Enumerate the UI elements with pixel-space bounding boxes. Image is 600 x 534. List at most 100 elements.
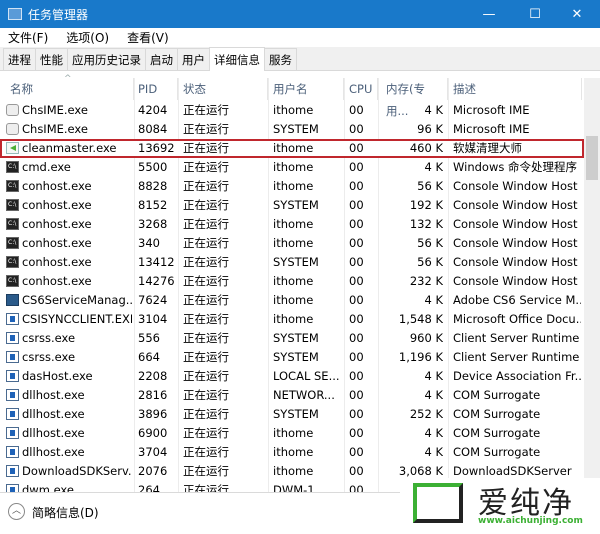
cell-status: 正在运行 xyxy=(183,407,229,421)
menu-file[interactable]: 文件(F) xyxy=(8,29,48,46)
fewer-details-button[interactable]: 简略信息(D) xyxy=(32,504,99,521)
table-row[interactable]: csrss.exe 664 正在运行 SYSTEM 00 1,196 K Client Se… xyxy=(0,348,584,367)
minimize-button[interactable]: — xyxy=(466,0,512,28)
vertical-scrollbar[interactable] xyxy=(584,78,600,492)
tab-app-history[interactable]: 应用历史记录 xyxy=(67,48,146,70)
table-row[interactable]: dllhost.exe 2816 正在运行 NETWOR... 00 4 K COM Sur… xyxy=(0,386,584,405)
cell-process-name: dllhost.exe xyxy=(22,445,85,459)
cell-status: 正在运行 xyxy=(183,198,229,212)
cell-description: COM Surrogate xyxy=(453,388,541,402)
cell-status: 正在运行 xyxy=(183,445,229,459)
column-header-name[interactable]: 名称 xyxy=(0,78,134,100)
column-header-memory[interactable]: 内存(专用... xyxy=(378,78,448,118)
cell-memory: 460 K xyxy=(409,141,443,155)
cell-username: SYSTEM xyxy=(273,350,319,364)
table-row[interactable]: conhost.exe 340 正在运行 ithome 00 56 K Console Wi… xyxy=(0,233,584,253)
cmd-process-icon xyxy=(6,176,19,195)
table-row[interactable]: conhost.exe 13412 正在运行 SYSTEM 00 56 K Console … xyxy=(0,252,584,272)
tab-details[interactable]: 详细信息 xyxy=(209,47,265,71)
cell-description: Adobe CS6 Service M... xyxy=(453,293,581,307)
cell-status: 正在运行 xyxy=(183,255,229,269)
cell-description: Console Window Host xyxy=(453,217,578,231)
menu-options[interactable]: 选项(O) xyxy=(66,29,109,46)
cs6-process-icon xyxy=(6,294,19,306)
cell-process-name: conhost.exe xyxy=(22,179,92,193)
cell-description: Windows 命令处理程序 xyxy=(453,160,577,174)
cell-username: SYSTEM xyxy=(273,122,319,136)
cell-pid: 4204 xyxy=(138,103,168,117)
column-header-cpu[interactable]: CPU xyxy=(344,78,378,100)
cell-description: COM Surrogate xyxy=(453,445,541,459)
cell-pid: 3704 xyxy=(138,445,168,459)
cell-description: Console Window Host xyxy=(453,255,578,269)
cell-cpu: 00 xyxy=(349,160,364,174)
table-row[interactable]: ChsIME.exe 8084 正在运行 SYSTEM 00 96 K Microsoft … xyxy=(0,120,584,139)
cell-process-name: conhost.exe xyxy=(22,217,92,231)
table-row[interactable]: CS6ServiceManag... 7624 正在运行 ithome 00 4 K Ado… xyxy=(0,291,584,310)
scrollbar-thumb[interactable] xyxy=(586,136,598,180)
cell-description: COM Surrogate xyxy=(453,426,541,440)
tab-processes[interactable]: 进程 xyxy=(3,48,36,70)
table-row[interactable]: dllhost.exe 3704 正在运行 ithome 00 4 K COM Surrog… xyxy=(0,443,584,462)
cell-username: ithome xyxy=(273,312,314,326)
column-header-pid[interactable]: PID xyxy=(134,78,178,100)
cell-username: ithome xyxy=(273,293,314,307)
cell-username: DWM-1 xyxy=(273,483,315,492)
tab-startup[interactable]: 启动 xyxy=(145,48,178,70)
cell-process-name: dwm.exe xyxy=(22,483,74,492)
cell-cpu: 00 xyxy=(349,255,364,269)
cell-cpu: 00 xyxy=(349,445,364,459)
tab-users[interactable]: 用户 xyxy=(177,48,210,70)
table-row[interactable]: csrss.exe 556 正在运行 SYSTEM 00 960 K Client Serv… xyxy=(0,329,584,348)
table-row[interactable]: CSISYNCCLIENT.EXE 3104 正在运行 ithome 00 1,548 K… xyxy=(0,310,584,329)
app-process-icon xyxy=(6,370,19,382)
table-row[interactable]: conhost.exe 14276 正在运行 ithome 00 232 K Console… xyxy=(0,271,584,291)
cell-memory: 4 K xyxy=(424,426,443,440)
table-row[interactable]: cleanmaster.exe 13692 正在运行 ithome 00 460 K 软媒清… xyxy=(0,139,584,158)
cell-pid: 2076 xyxy=(138,464,168,478)
cell-process-name: csrss.exe xyxy=(22,350,76,364)
cell-cpu: 00 xyxy=(349,483,364,492)
tab-performance[interactable]: 性能 xyxy=(35,48,68,70)
cell-pid: 3268 xyxy=(138,217,168,231)
table-row[interactable]: conhost.exe 3268 正在运行 ithome 00 132 K Console … xyxy=(0,214,584,234)
cell-process-name: conhost.exe xyxy=(22,274,92,288)
column-header-username[interactable]: 用户名 xyxy=(268,78,344,100)
table-row[interactable]: ChsIME.exe 4204 正在运行 ithome 00 4 K Microsoft I… xyxy=(0,101,584,120)
table-row[interactable]: cmd.exe 5500 正在运行 ithome 00 4 K Windows 命令处理程序 xyxy=(0,157,584,177)
cell-process-name: conhost.exe xyxy=(22,198,92,212)
table-row[interactable]: conhost.exe 8152 正在运行 SYSTEM 00 192 K Console … xyxy=(0,195,584,215)
cell-username: ithome xyxy=(273,445,314,459)
cell-description: Client Server Runtime ... xyxy=(453,331,581,345)
cell-description: 软媒清理大师 xyxy=(453,141,522,155)
cell-username: ithome xyxy=(273,236,314,250)
clean-process-icon xyxy=(6,142,19,154)
watermark-logo-icon xyxy=(413,483,463,523)
table-row[interactable]: dllhost.exe 3896 正在运行 SYSTEM 00 252 K COM Surr… xyxy=(0,405,584,424)
title-bar: 任务管理器 — ☐ ✕ xyxy=(0,0,600,28)
chevron-up-icon[interactable]: ︿ xyxy=(8,503,25,520)
cell-pid: 264 xyxy=(138,483,160,492)
watermark: 爱纯净 www.aichunjing.com xyxy=(400,478,600,534)
app-process-icon xyxy=(6,332,19,344)
cell-process-name: cleanmaster.exe xyxy=(22,141,117,155)
close-button[interactable]: ✕ xyxy=(554,0,600,28)
cell-status: 正在运行 xyxy=(183,331,229,345)
app-process-icon xyxy=(6,389,19,401)
maximize-button[interactable]: ☐ xyxy=(512,0,558,28)
tab-services[interactable]: 服务 xyxy=(264,48,297,70)
cell-memory: 56 K xyxy=(417,255,443,269)
cell-cpu: 00 xyxy=(349,407,364,421)
menu-view[interactable]: 查看(V) xyxy=(127,29,169,46)
table-row[interactable]: dasHost.exe 2208 正在运行 LOCAL SE... 00 4 K Devic… xyxy=(0,367,584,386)
app-process-icon xyxy=(6,351,19,363)
cell-status: 正在运行 xyxy=(183,464,229,478)
table-row[interactable]: dllhost.exe 6900 正在运行 ithome 00 4 K COM Surrog… xyxy=(0,424,584,443)
cell-memory: 4 K xyxy=(424,445,443,459)
column-header-description[interactable]: 描述 xyxy=(448,78,582,100)
column-header-status[interactable]: 状态 xyxy=(178,78,268,100)
cell-cpu: 00 xyxy=(349,236,364,250)
cell-username: ithome xyxy=(273,179,314,193)
table-row[interactable]: conhost.exe 8828 正在运行 ithome 00 56 K Console W… xyxy=(0,176,584,196)
cell-username: ithome xyxy=(273,160,314,174)
